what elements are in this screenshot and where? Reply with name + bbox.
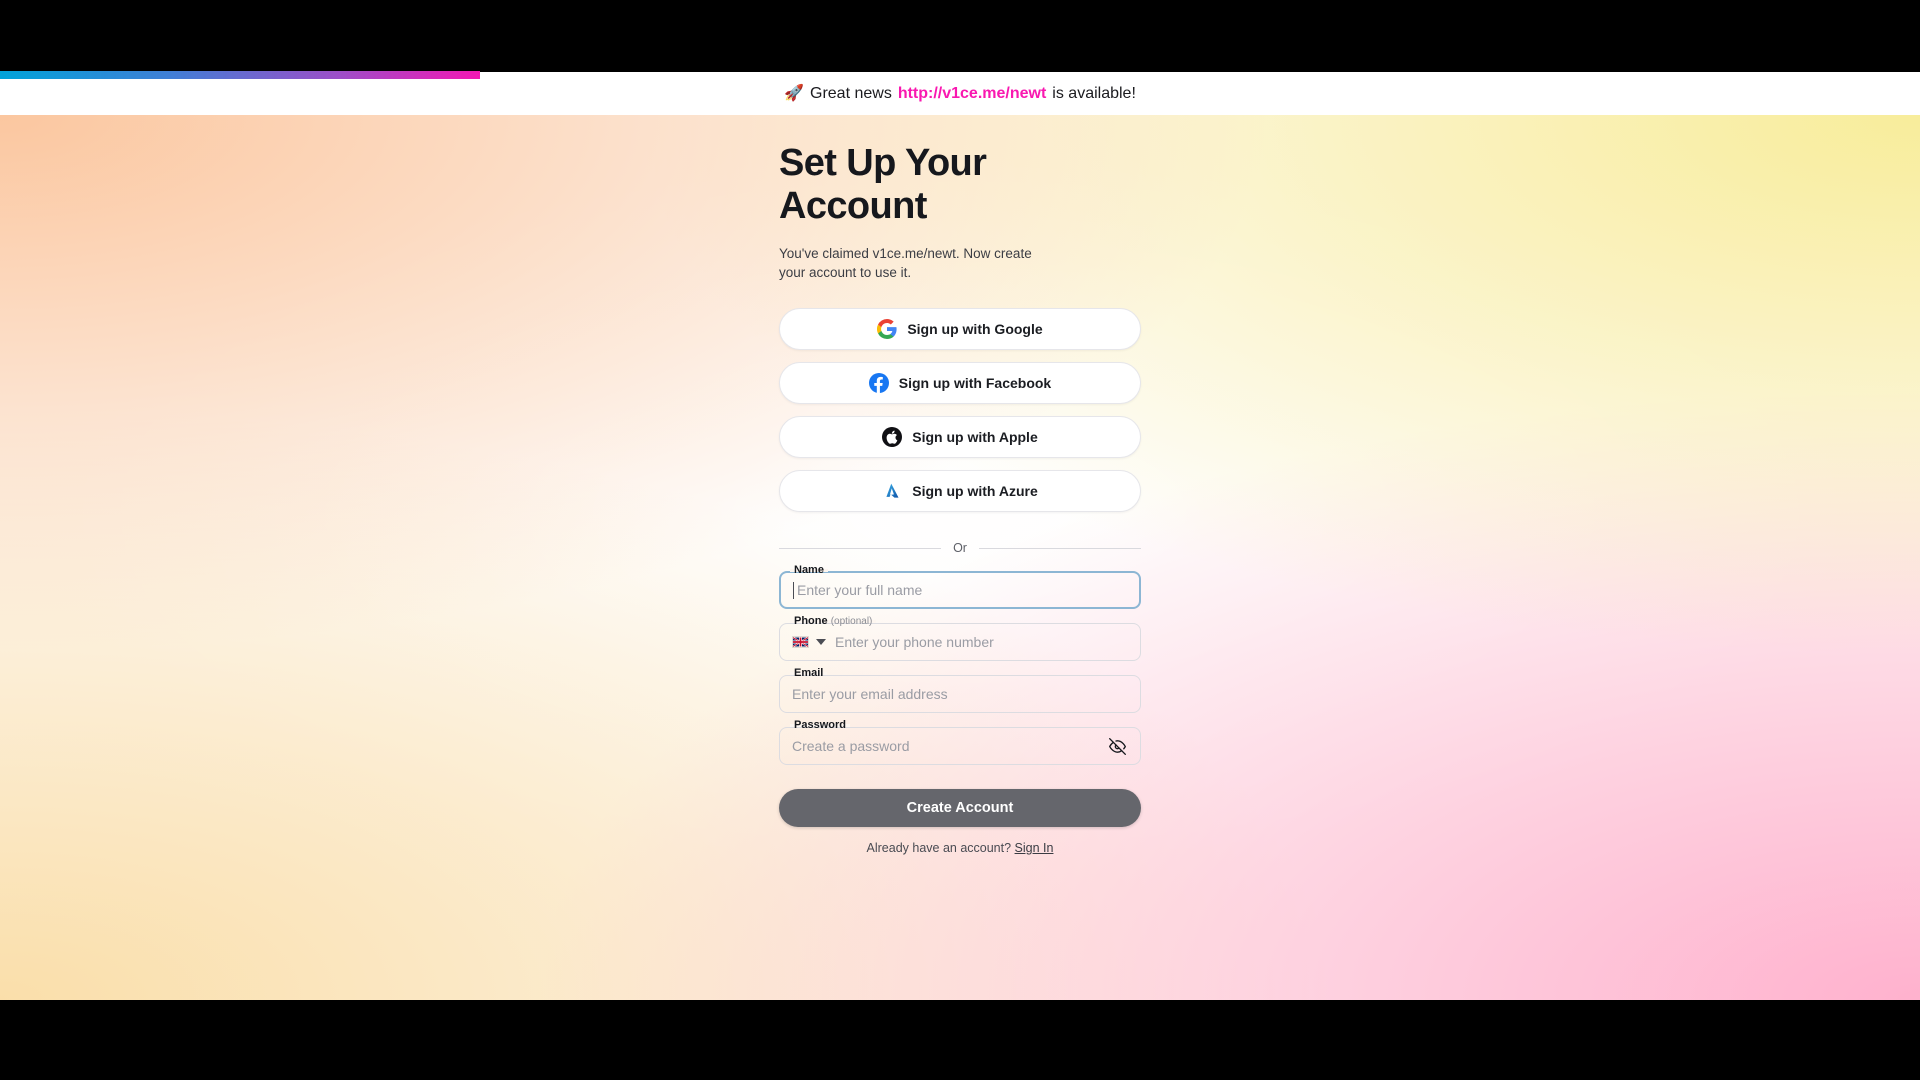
signin-prompt-row: Already have an account? Sign In (779, 841, 1141, 855)
password-input-placeholder: Create a password (792, 738, 910, 755)
signup-fields: Name Enter your full name Phone (optiona… (779, 565, 1141, 766)
signup-form-column: Set Up Your Account You've claimed v1ce.… (779, 142, 1142, 855)
divider-line-right (978, 547, 1142, 549)
sign-in-link[interactable]: Sign In (1015, 841, 1054, 855)
uk-flag-icon (792, 636, 809, 649)
signup-facebook-button[interactable]: Sign up with Facebook (779, 362, 1141, 405)
signup-azure-button[interactable]: Sign up with Azure (779, 470, 1141, 513)
phone-optional-text: (optional) (830, 616, 873, 628)
phone-field[interactable]: Phone (optional) Enter your phone number (779, 616, 1141, 662)
browser-viewport: 🚀 Great news http://v1ce.me/newt is avai… (0, 0, 1920, 1080)
banner-url-link[interactable]: http://v1ce.me/newt (898, 85, 1046, 103)
apple-icon (882, 427, 903, 448)
page-subtitle: You've claimed v1ce.me/newt. Now create … (779, 246, 1032, 281)
phone-field-label: Phone (optional) (790, 615, 877, 628)
country-code-selector[interactable] (792, 636, 826, 649)
name-field[interactable]: Name Enter your full name (779, 565, 1141, 610)
email-field[interactable]: Email Enter your email address (779, 668, 1141, 714)
divider-label: Or (953, 541, 967, 556)
banner-tail-text: is available! (1052, 84, 1136, 102)
rocket-icon: 🚀 (784, 84, 804, 102)
facebook-icon (868, 373, 889, 394)
password-field[interactable]: Password Create a password (779, 720, 1141, 766)
page-load-progress-bar (0, 71, 1920, 79)
signin-prompt-text: Already have an account? (866, 841, 1012, 856)
social-signup-list: Sign up with Google Sign up with Faceboo… (779, 308, 1141, 513)
phone-label-text: Phone (794, 615, 828, 628)
name-field-label: Name (790, 565, 828, 577)
signup-apple-label: Sign up with Apple (912, 429, 1038, 446)
or-divider: Or (779, 541, 1142, 556)
divider-line-left (779, 547, 942, 549)
signup-azure-label: Sign up with Azure (912, 483, 1038, 500)
text-caret (793, 581, 794, 599)
email-input-placeholder: Enter your email address (792, 686, 948, 703)
create-account-button[interactable]: Create Account (779, 789, 1141, 828)
email-field-label: Email (790, 668, 828, 680)
signup-google-label: Sign up with Google (907, 321, 1043, 338)
signup-facebook-label: Sign up with Facebook (898, 375, 1052, 392)
phone-input-placeholder: Enter your phone number (835, 634, 994, 651)
chevron-down-icon (816, 639, 826, 646)
progress-fill (0, 71, 480, 79)
eye-off-icon[interactable] (1106, 735, 1128, 757)
signup-apple-button[interactable]: Sign up with Apple (779, 416, 1141, 459)
name-input-placeholder: Enter your full name (797, 582, 923, 599)
banner-lead-text: Great news (810, 84, 892, 102)
azure-icon (882, 481, 902, 501)
page-title: Set Up Your Account (779, 142, 987, 227)
signup-google-button[interactable]: Sign up with Google (779, 308, 1141, 351)
password-field-label: Password (790, 720, 850, 732)
signup-page: Set Up Your Account You've claimed v1ce.… (0, 115, 1920, 1000)
google-icon (877, 319, 897, 340)
